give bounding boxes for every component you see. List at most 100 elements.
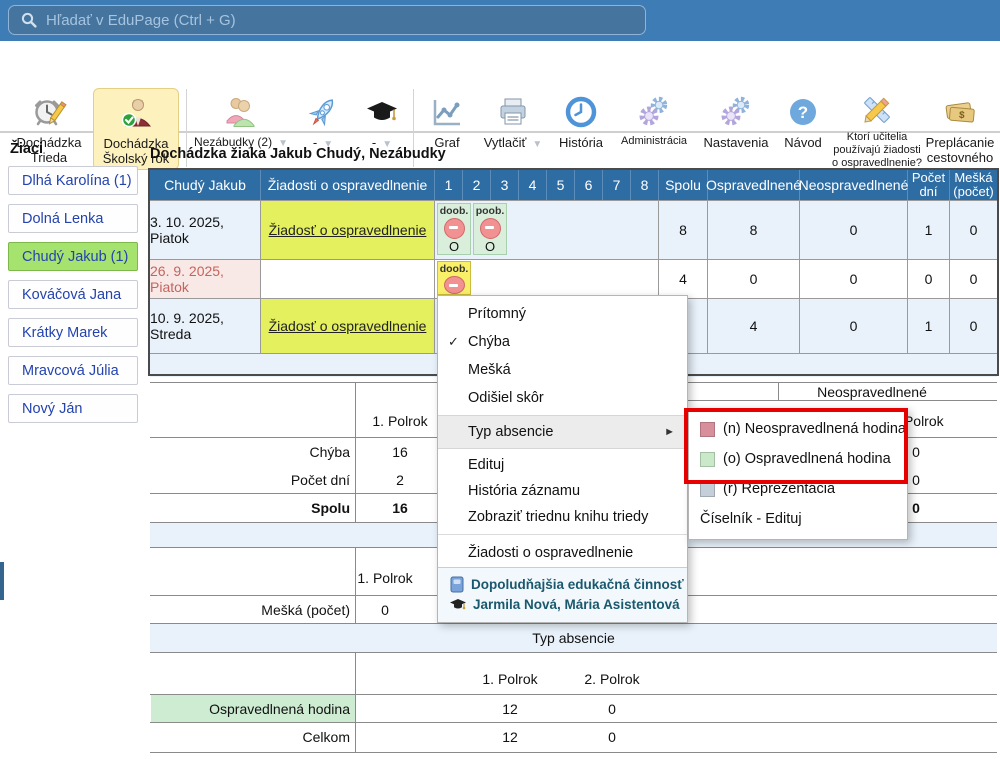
toolbar-button-navod[interactable]: ? Návod	[778, 88, 828, 170]
menu-item-meska[interactable]: Mešká	[438, 356, 687, 384]
dropdown-arrow-icon[interactable]: ▼	[532, 139, 542, 150]
group-header-neospravedlnene: Neospravedlnené	[817, 384, 927, 400]
book-icon	[450, 576, 464, 593]
toolbar-button-ktori-ucitelia[interactable]: Ktorí učitelia používajú žiadosti o ospr…	[832, 88, 922, 170]
spolu-cell: 4	[659, 260, 708, 298]
submenu-item-neospravedlnena[interactable]: (n) Neospravedlnená hodina	[689, 414, 907, 444]
people-icon	[223, 92, 259, 132]
printer-icon	[495, 92, 531, 132]
sidebar-title: Žiaci	[10, 141, 43, 157]
sidebar-item-student-selected[interactable]: Chudý Jakub (1)	[8, 242, 138, 271]
table-row: 26. 9. 2025, Piatok doob. 4 0 0 0 0	[150, 259, 997, 298]
menu-item-typ-absencie[interactable]: Typ absencie ►	[438, 415, 687, 449]
value-cell: 0	[608, 729, 616, 745]
page-title: Dochádzka žiaka Jakub Chudý, Nezábudky	[150, 146, 446, 162]
lesson-info: Dopoludňajšia edukačná činnosť	[450, 574, 687, 594]
column-header-neospravedlnene: Neospravedlnené	[800, 170, 908, 200]
column-header-lesson: 3	[491, 170, 519, 200]
date-cell: 3. 10. 2025, Piatok	[150, 201, 261, 259]
toolbar: Dochádzka Trieda Dochádzka Školský rok	[0, 41, 1000, 133]
menu-item-chyba[interactable]: ✓ Chýba	[438, 328, 687, 356]
column-header-lesson: 6	[575, 170, 603, 200]
ospravedlnene-cell: 8	[708, 201, 800, 259]
menu-item-odisiel-skor[interactable]: Odišiel skôr	[438, 384, 687, 412]
submenu-item-ciselnik-edituj[interactable]: Číselník - Edituj	[689, 504, 907, 534]
toolbar-button-dochadzka-trieda[interactable]: Dochádzka Trieda	[8, 88, 90, 170]
absence-box-doob[interactable]: doob. O	[437, 203, 471, 255]
context-menu: Prítomný ✓ Chýba Mešká Odišiel skôr Typ …	[437, 295, 688, 623]
menu-item-historia-zaznamu[interactable]: História záznamu	[438, 478, 687, 504]
neospravedlnene-cell: 0	[800, 299, 908, 353]
column-header-spolu: Spolu	[659, 170, 708, 200]
search-icon	[21, 12, 37, 28]
rocket-icon	[305, 92, 341, 132]
neospravedlnene-cell: 0	[800, 260, 908, 298]
color-swatch	[700, 482, 715, 497]
divider	[355, 652, 356, 752]
typ-absencie-submenu: (n) Neospravedlnená hodina (o) Ospravedl…	[688, 408, 908, 540]
minus-circle-icon	[444, 276, 465, 294]
row-label-meska: Mešká (počet)	[150, 602, 350, 618]
sidebar-item-student[interactable]: Kováčová Jana	[8, 280, 138, 309]
submenu-item-reprezentacia[interactable]: (r) Reprezentácia	[689, 474, 907, 504]
tickets-icon: $	[942, 92, 978, 132]
submenu-item-ospravedlnena[interactable]: (o) Ospravedlnená hodina	[689, 444, 907, 474]
sidebar-item-student[interactable]: Mravcová Júlia	[8, 356, 138, 385]
column-header-polrok2: 2. Polrok	[584, 671, 639, 687]
absence-box-poob[interactable]: poob. O	[473, 203, 507, 255]
scroll-indicator[interactable]	[0, 562, 4, 600]
column-header-lesson: 7	[603, 170, 631, 200]
column-header-pocet-dni: Početdní	[908, 170, 950, 200]
menu-item-pritomny[interactable]: Prítomný	[438, 300, 687, 328]
column-header-lesson: 4	[519, 170, 547, 200]
menu-item-edituj[interactable]: Edituj	[438, 452, 687, 478]
svg-text:?: ?	[798, 103, 808, 122]
toolbar-button-nastavenia[interactable]: Nastavenia	[698, 88, 774, 170]
search-placeholder: Hľadať v EduPage (Ctrl + G)	[46, 12, 236, 29]
value-cell: 0	[381, 602, 389, 618]
sidebar-item-student[interactable]: Dlhá Karolína (1)	[8, 166, 138, 195]
divider	[355, 547, 356, 623]
value-cell: 0	[912, 472, 920, 488]
neospravedlnene-cell: 0	[800, 201, 908, 259]
column-header-lesson: 2	[463, 170, 491, 200]
value-cell: 0	[608, 701, 616, 717]
meska-cell: 0	[950, 201, 997, 259]
column-header-student: Chudý Jakub	[150, 170, 261, 200]
toolbar-button-administracia[interactable]: Administrácia	[614, 88, 694, 170]
lessons-cell: doob. O poob. O	[435, 201, 659, 259]
pencil-ruler-icon	[859, 92, 895, 128]
color-swatch	[700, 422, 715, 437]
sidebar-item-student[interactable]: Nový Ján	[8, 394, 138, 423]
menu-item-zobrazit-triednu-knihu[interactable]: Zobraziť triednu knihu triedy	[438, 504, 687, 530]
request-link: Žiadosť o ospravedlnenie	[269, 222, 427, 238]
divider	[778, 382, 779, 400]
date-cell: 10. 9. 2025, Streda	[150, 299, 261, 353]
absence-box-doob-selected[interactable]: doob.	[437, 261, 471, 295]
value-cell: 0	[912, 500, 920, 516]
attendance-table-header: Chudý Jakub Žiadosti o ospravedlnenie 1 …	[150, 170, 997, 200]
sidebar-item-student[interactable]: Krátky Marek	[8, 318, 138, 347]
menu-footer: Dopoludňajšia edukačná činnosť Jarmila N…	[438, 567, 687, 622]
search-input[interactable]: Hľadať v EduPage (Ctrl + G)	[8, 5, 646, 35]
divider	[355, 382, 356, 522]
toolbar-button-historia[interactable]: História	[550, 88, 612, 170]
typ-absencie-band: Typ absencie	[150, 624, 997, 653]
divider	[150, 752, 997, 753]
request-cell[interactable]: Žiadosť o ospravedlnenie	[261, 299, 435, 353]
pocet-dni-cell: 1	[908, 201, 950, 259]
column-header-ospravedlnene: Ospravedlnené	[708, 170, 800, 200]
column-header-meska: Mešká(počet)	[950, 170, 997, 200]
minus-circle-icon	[480, 218, 501, 239]
row-label-ospravedlnena-hodina: Ospravedlnená hodina	[150, 701, 350, 717]
table-row: 3. 10. 2025, Piatok Žiadosť o ospravedln…	[150, 200, 997, 259]
menu-item-ziadosti[interactable]: Žiadosti o ospravedlnenie	[438, 539, 687, 567]
request-cell[interactable]: Žiadosť o ospravedlnenie	[261, 201, 435, 259]
toolbar-button-preplacanie[interactable]: $ Preplácanie cestovného	[924, 88, 996, 170]
graduation-cap-icon	[450, 598, 466, 611]
minus-circle-icon	[444, 218, 465, 239]
date-cell: 26. 9. 2025, Piatok	[150, 260, 261, 298]
toolbar-button-vytlacit[interactable]: Vytlačiť▼	[476, 88, 550, 170]
sidebar-item-student[interactable]: Dolná Lenka	[8, 204, 138, 233]
request-cell[interactable]	[261, 260, 435, 298]
